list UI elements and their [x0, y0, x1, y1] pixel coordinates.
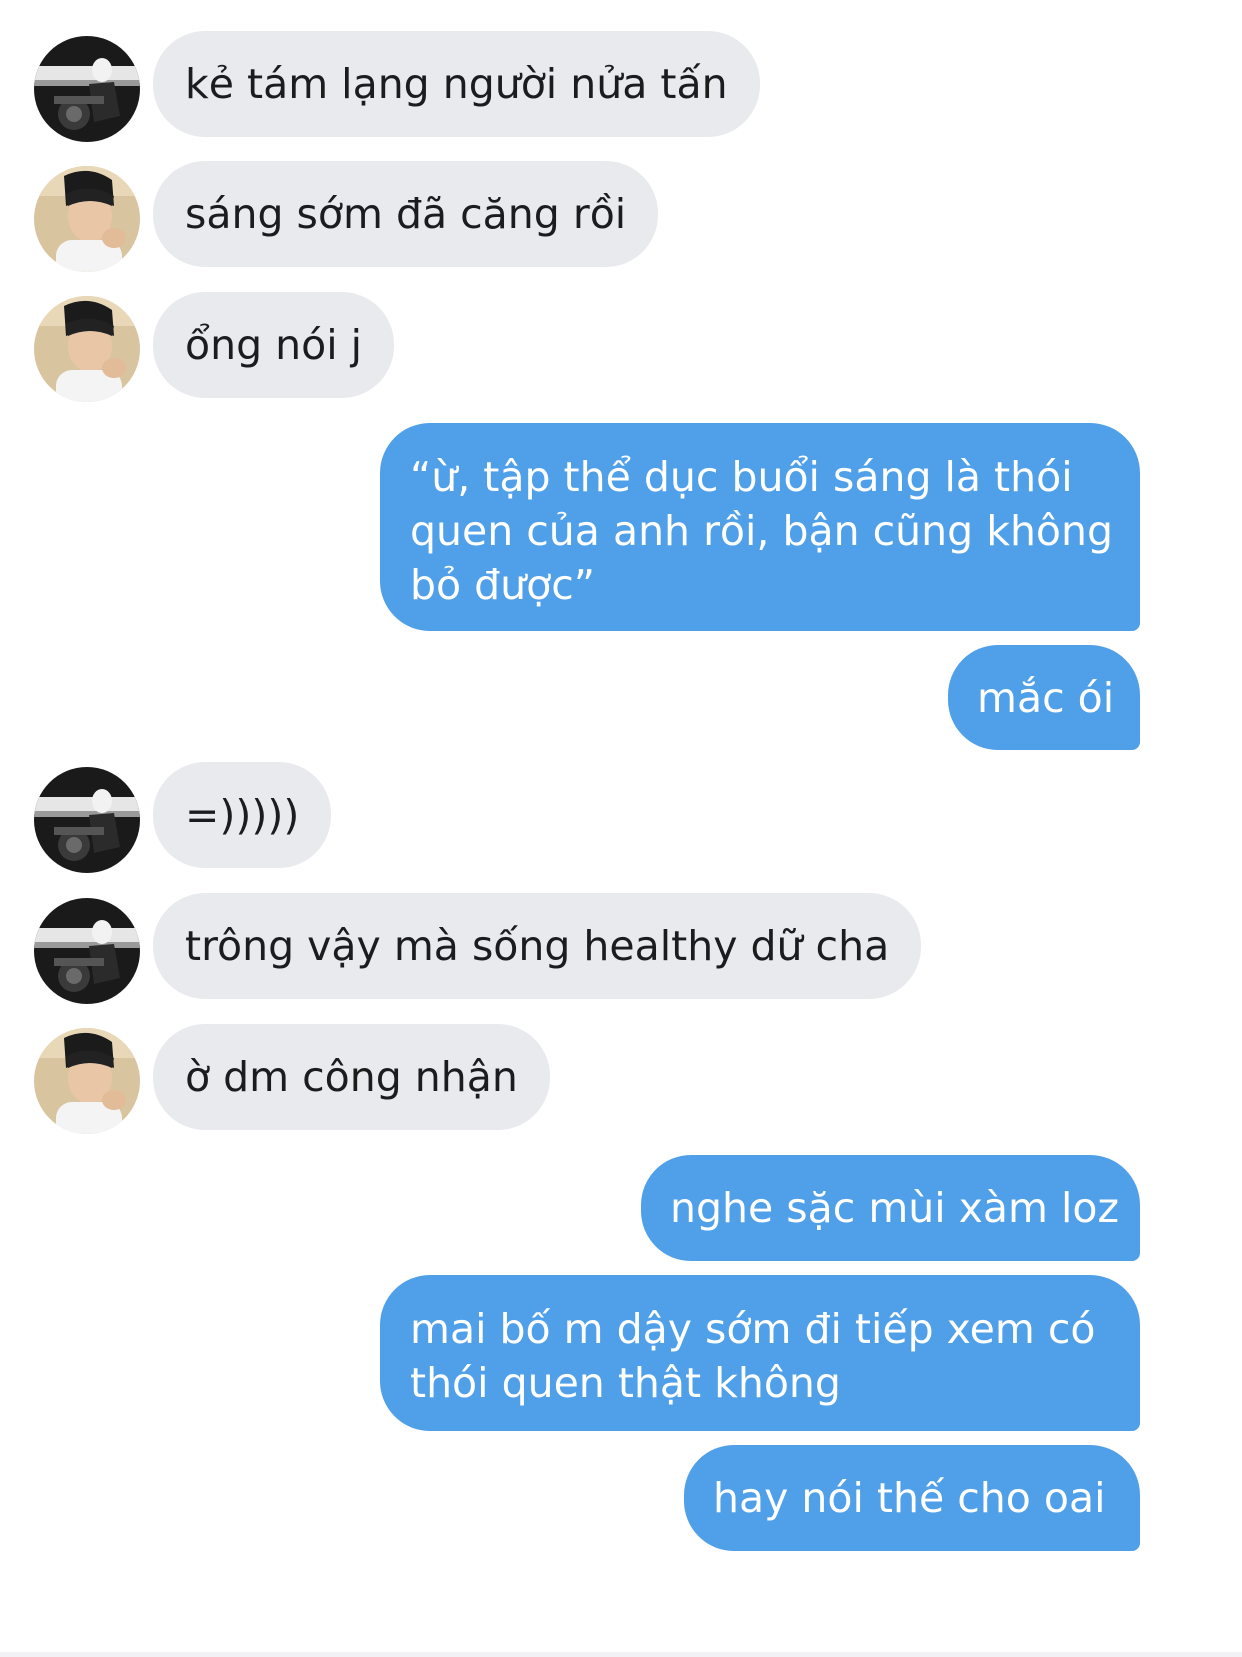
message-text: =)))))	[185, 791, 300, 839]
message-text-line: “ừ, tập thể dục buổi sáng là thói	[410, 453, 1073, 501]
message-text-line: mai bố m dậy sớm đi tiếp xem có	[410, 1305, 1096, 1353]
avatar-beach[interactable]	[34, 296, 140, 402]
message-bubble-incoming[interactable]: ờ dm công nhận	[153, 1024, 550, 1130]
message-thread: kẻ tám lạng người nửa tấn sáng sớm đã că…	[0, 0, 1242, 1657]
message-text-line: bỏ được”	[410, 561, 596, 609]
message-text: hay nói thế cho oai	[713, 1474, 1106, 1522]
message-bubble-incoming[interactable]: sáng sớm đã căng rồi	[153, 161, 659, 267]
avatar-beach[interactable]	[34, 1028, 140, 1134]
beach-avatar-icon	[34, 1028, 140, 1134]
message-text-line: thói quen thật không	[410, 1359, 841, 1407]
message-text: mắc ói	[977, 674, 1115, 722]
message-bubble-incoming[interactable]: ổng nói j	[153, 292, 395, 398]
message-text: sáng sớm đã căng rồi	[185, 190, 627, 238]
dark-avatar-icon	[34, 767, 140, 873]
message-text: nghe sặc mùi xàm loz	[670, 1184, 1120, 1232]
beach-avatar-icon	[34, 296, 140, 402]
message-bubble-incoming[interactable]: kẻ tám lạng người nửa tấn	[153, 31, 760, 137]
message-text: kẻ tám lạng người nửa tấn	[185, 60, 728, 108]
message-text-line: quen của anh rồi, bận cũng không	[410, 507, 1114, 555]
message-bubble-outgoing[interactable]: nghe sặc mùi xàm loz	[641, 1155, 1140, 1261]
avatar-dark[interactable]	[34, 36, 140, 142]
avatar-dark[interactable]	[34, 767, 140, 873]
bottom-divider	[0, 1652, 1242, 1657]
message-text: trông vậy mà sống healthy dữ cha	[185, 922, 890, 970]
avatar-beach[interactable]	[34, 166, 140, 272]
message-bubble-outgoing[interactable]: “ừ, tập thể dục buổi sáng là thói quen c…	[380, 423, 1140, 631]
message-bubble-outgoing[interactable]: mắc ói	[948, 645, 1140, 750]
dark-avatar-icon	[34, 898, 140, 1004]
dark-avatar-icon	[34, 36, 140, 142]
message-text: ổng nói j	[185, 321, 363, 369]
message-text: ờ dm công nhận	[185, 1053, 518, 1101]
message-bubble-outgoing[interactable]: hay nói thế cho oai	[684, 1445, 1140, 1551]
message-bubble-outgoing[interactable]: mai bố m dậy sớm đi tiếp xem có thói que…	[380, 1275, 1140, 1431]
message-bubble-incoming[interactable]: =)))))	[153, 762, 332, 868]
message-bubble-incoming[interactable]: trông vậy mà sống healthy dữ cha	[153, 893, 922, 999]
beach-avatar-icon	[34, 166, 140, 272]
avatar-dark[interactable]	[34, 898, 140, 1004]
